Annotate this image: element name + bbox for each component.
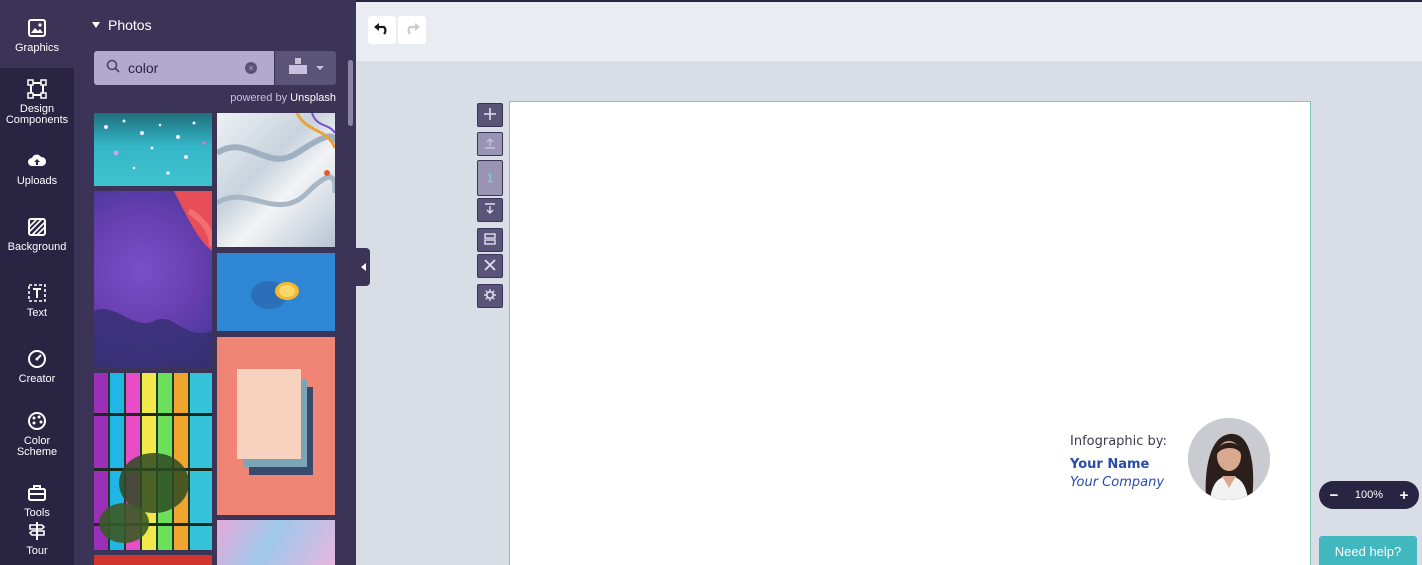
need-help-button[interactable]: Need help?	[1319, 536, 1417, 565]
photo-thumbnail[interactable]	[217, 253, 335, 331]
clear-search-icon[interactable]: ×	[245, 62, 257, 74]
collapse-panel-button[interactable]	[356, 248, 370, 286]
gear-icon	[483, 288, 497, 305]
signpost-icon	[26, 520, 48, 542]
sidebar-item-color-scheme[interactable]: Color Scheme	[0, 410, 74, 458]
move-down-icon	[483, 202, 497, 219]
components-icon	[26, 78, 48, 100]
author-name[interactable]: Your Name	[1070, 457, 1149, 472]
move-up-icon	[483, 136, 497, 153]
photo-thumbnail[interactable]	[94, 191, 212, 368]
redo-icon	[403, 21, 421, 40]
credit-label[interactable]: Infographic by:	[1070, 434, 1167, 449]
palette-icon	[26, 410, 48, 432]
unsplash-link[interactable]: Unsplash	[290, 92, 336, 104]
author-company[interactable]: Your Company	[1070, 475, 1164, 490]
sidebar-item-label: Text	[26, 307, 48, 319]
plus-icon	[483, 107, 497, 124]
sidebar-item-label: Graphics	[14, 42, 60, 54]
panel-scrollbar[interactable]	[348, 60, 353, 126]
sidebar-item-background[interactable]: Background	[0, 216, 74, 253]
text-box-icon	[26, 282, 48, 304]
gauge-icon	[26, 348, 48, 370]
orientation-icon	[288, 57, 308, 80]
search-input[interactable]	[128, 60, 243, 76]
author-avatar[interactable]	[1188, 418, 1270, 500]
photo-thumbnail[interactable]	[94, 113, 212, 186]
duplicate-page-button[interactable]	[477, 228, 503, 252]
zoom-control: − 100% +	[1319, 481, 1419, 509]
add-page-button[interactable]	[477, 103, 503, 127]
undo-icon	[373, 21, 391, 40]
image-icon	[26, 17, 48, 39]
zoom-in-button[interactable]: +	[1398, 487, 1410, 504]
page-number-indicator: 1	[477, 160, 503, 196]
zoom-level: 100%	[1354, 489, 1384, 501]
caret-down-icon	[92, 22, 100, 28]
design-canvas[interactable]: Infographic by: Your Name Your Company	[509, 101, 1311, 565]
page-settings-button[interactable]	[477, 284, 503, 308]
panel-title: Photos	[108, 17, 152, 33]
sidebar-item-text[interactable]: Text	[0, 282, 74, 319]
photo-thumbnail[interactable]	[217, 520, 335, 565]
powered-prefix: powered by	[230, 92, 288, 104]
photos-panel: Photos × powered by Unsplash	[74, 0, 356, 565]
zoom-out-button[interactable]: −	[1328, 487, 1340, 504]
redo-button[interactable]	[398, 16, 426, 44]
search-box: ×	[94, 51, 274, 85]
photos-section-toggle[interactable]: Photos	[92, 17, 152, 33]
photo-thumbnail[interactable]	[217, 113, 335, 247]
sidebar-item-design-components[interactable]: Design Components	[0, 78, 74, 126]
sidebar-item-label: Tools	[24, 507, 50, 519]
photo-thumbnail[interactable]	[217, 337, 335, 515]
sidebar-item-label: Background	[7, 241, 67, 253]
photo-thumbnail[interactable]	[94, 373, 212, 550]
orientation-filter-button[interactable]	[275, 51, 336, 85]
sidebar-item-label: Creator	[18, 373, 56, 385]
sidebar-item-label: Tour	[26, 545, 48, 557]
top-toolbar	[356, 0, 1422, 61]
move-page-up-button[interactable]	[477, 132, 503, 156]
left-sidebar: Graphics Design Components Uploads Backg…	[0, 0, 74, 565]
delete-page-button[interactable]	[477, 254, 503, 278]
photo-thumbnail[interactable]	[94, 555, 212, 565]
sidebar-item-uploads[interactable]: Uploads	[0, 150, 74, 187]
page-number: 1	[486, 171, 494, 185]
duplicate-icon	[483, 232, 497, 249]
toolbox-icon	[26, 482, 48, 504]
background-pattern-icon	[26, 216, 48, 238]
sidebar-item-tools[interactable]: Tools	[0, 482, 74, 519]
sidebar-item-label: Uploads	[16, 175, 58, 187]
close-icon	[483, 258, 497, 275]
sidebar-item-tour[interactable]: Tour	[0, 520, 74, 557]
powered-by-unsplash[interactable]: powered by Unsplash	[230, 92, 336, 104]
cloud-upload-icon	[26, 150, 48, 172]
sidebar-item-label: Color Scheme	[16, 435, 58, 458]
sidebar-item-label: Design Components	[5, 103, 69, 126]
undo-button[interactable]	[368, 16, 396, 44]
sidebar-item-creator[interactable]: Creator	[0, 348, 74, 385]
chevron-down-icon	[315, 66, 324, 70]
search-icon	[106, 59, 120, 78]
sidebar-item-graphics[interactable]: Graphics	[0, 0, 74, 68]
chevron-left-icon	[360, 263, 366, 271]
move-page-down-button[interactable]	[477, 198, 503, 222]
